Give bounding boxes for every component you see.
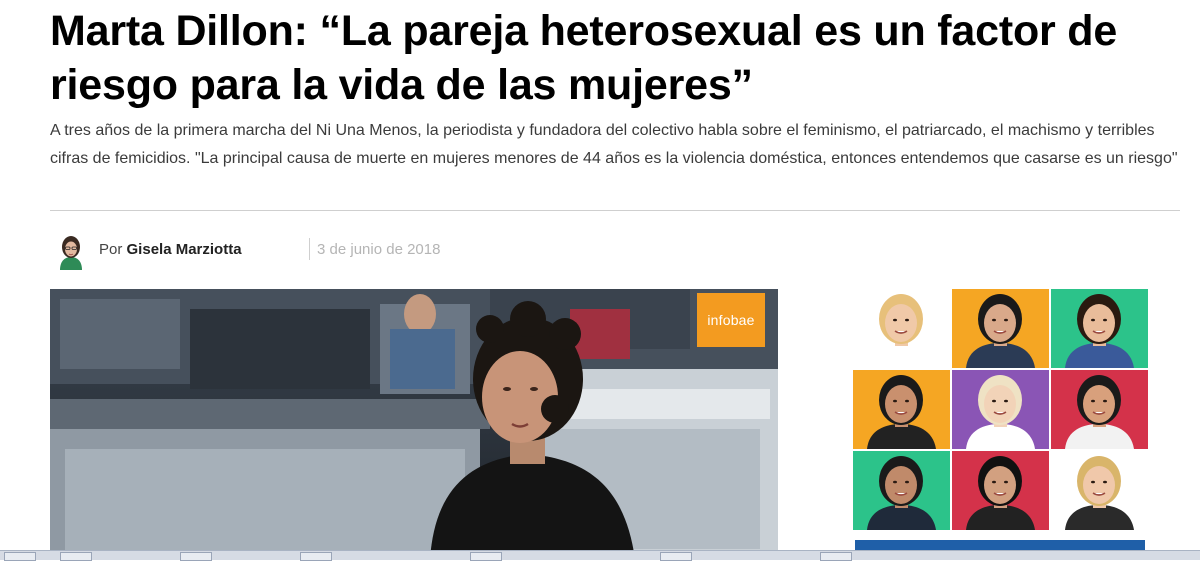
promo-portrait-tile[interactable] [952, 289, 1049, 368]
person-photo-icon [966, 456, 1035, 530]
promo-banner[interactable] [853, 289, 1149, 530]
taskbar-button[interactable] [300, 552, 332, 561]
taskbar-button[interactable] [180, 552, 212, 561]
taskbar-button[interactable] [4, 552, 36, 561]
person-photo-icon [1065, 456, 1134, 530]
date-separator [309, 238, 310, 260]
taskbar-button[interactable] [60, 552, 92, 561]
author-name-link[interactable]: Gisela Marziotta [127, 241, 242, 258]
video-frame-image [50, 289, 778, 559]
person-photo-icon [867, 456, 936, 530]
infobae-logo: infobae [697, 293, 765, 347]
person-photo-icon [867, 294, 936, 368]
article-lead: A tres años de la primera marcha del Ni … [50, 122, 1178, 167]
byline: Por Gisela Marziotta [99, 241, 242, 258]
promo-portrait-tile[interactable] [853, 289, 950, 368]
person-photo-icon [1065, 375, 1134, 449]
promo-portrait-tile[interactable] [952, 370, 1049, 449]
publish-date: 3 de junio de 2018 [317, 241, 441, 258]
person-photo-icon [966, 375, 1035, 449]
author-avatar[interactable] [52, 230, 90, 270]
person-photo-icon [867, 375, 936, 449]
person-photo-icon [966, 294, 1035, 368]
article-headline: Marta Dillon: “La pareja heterosexual es… [50, 7, 1118, 109]
promo-portrait-tile[interactable] [1051, 370, 1148, 449]
taskbar-button[interactable] [470, 552, 502, 561]
divider [50, 210, 1180, 211]
promo-portrait-tile[interactable] [1051, 289, 1148, 368]
promo-portrait-tile[interactable] [853, 451, 950, 530]
promo-portrait-tile[interactable] [853, 370, 950, 449]
taskbar-button[interactable] [660, 552, 692, 561]
video-player[interactable]: infobae [50, 289, 778, 559]
promo-portrait-tile[interactable] [1051, 451, 1148, 530]
byline-prefix: Por [99, 241, 123, 258]
promo-portrait-tile[interactable] [952, 451, 1049, 530]
taskbar-button[interactable] [820, 552, 852, 561]
person-photo-icon [1065, 294, 1134, 368]
